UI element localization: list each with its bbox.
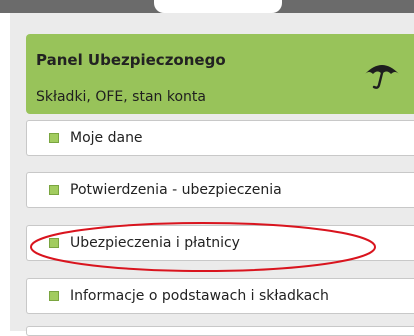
menu-item-label: Moje dane	[70, 130, 143, 146]
bullet-icon	[49, 133, 59, 143]
top-tab[interactable]	[154, 0, 282, 13]
bullet-icon	[49, 291, 59, 301]
menu-item-informacje-skladki[interactable]: Informacje o podstawach i składkach	[26, 278, 414, 314]
menu-item-label: Informacje o podstawach i składkach	[70, 288, 329, 304]
menu-item-ubezpieczenia-platnicy[interactable]: Ubezpieczenia i płatnicy	[26, 225, 414, 261]
menu-item-partial[interactable]	[26, 326, 414, 336]
umbrella-icon	[365, 65, 399, 89]
bullet-icon	[49, 238, 59, 248]
panel-subtitle: Składki, OFE, stan konta	[36, 89, 206, 105]
menu-item-moje-dane[interactable]: Moje dane	[26, 120, 414, 156]
panel-header[interactable]: Panel Ubezpieczonego Składki, OFE, stan …	[26, 34, 414, 114]
panel-title: Panel Ubezpieczonego	[36, 51, 226, 69]
menu-item-label: Ubezpieczenia i płatnicy	[70, 235, 240, 251]
menu-item-label: Potwierdzenia - ubezpieczenia	[70, 182, 282, 198]
menu-item-potwierdzenia[interactable]: Potwierdzenia - ubezpieczenia	[26, 172, 414, 208]
bullet-icon	[49, 185, 59, 195]
